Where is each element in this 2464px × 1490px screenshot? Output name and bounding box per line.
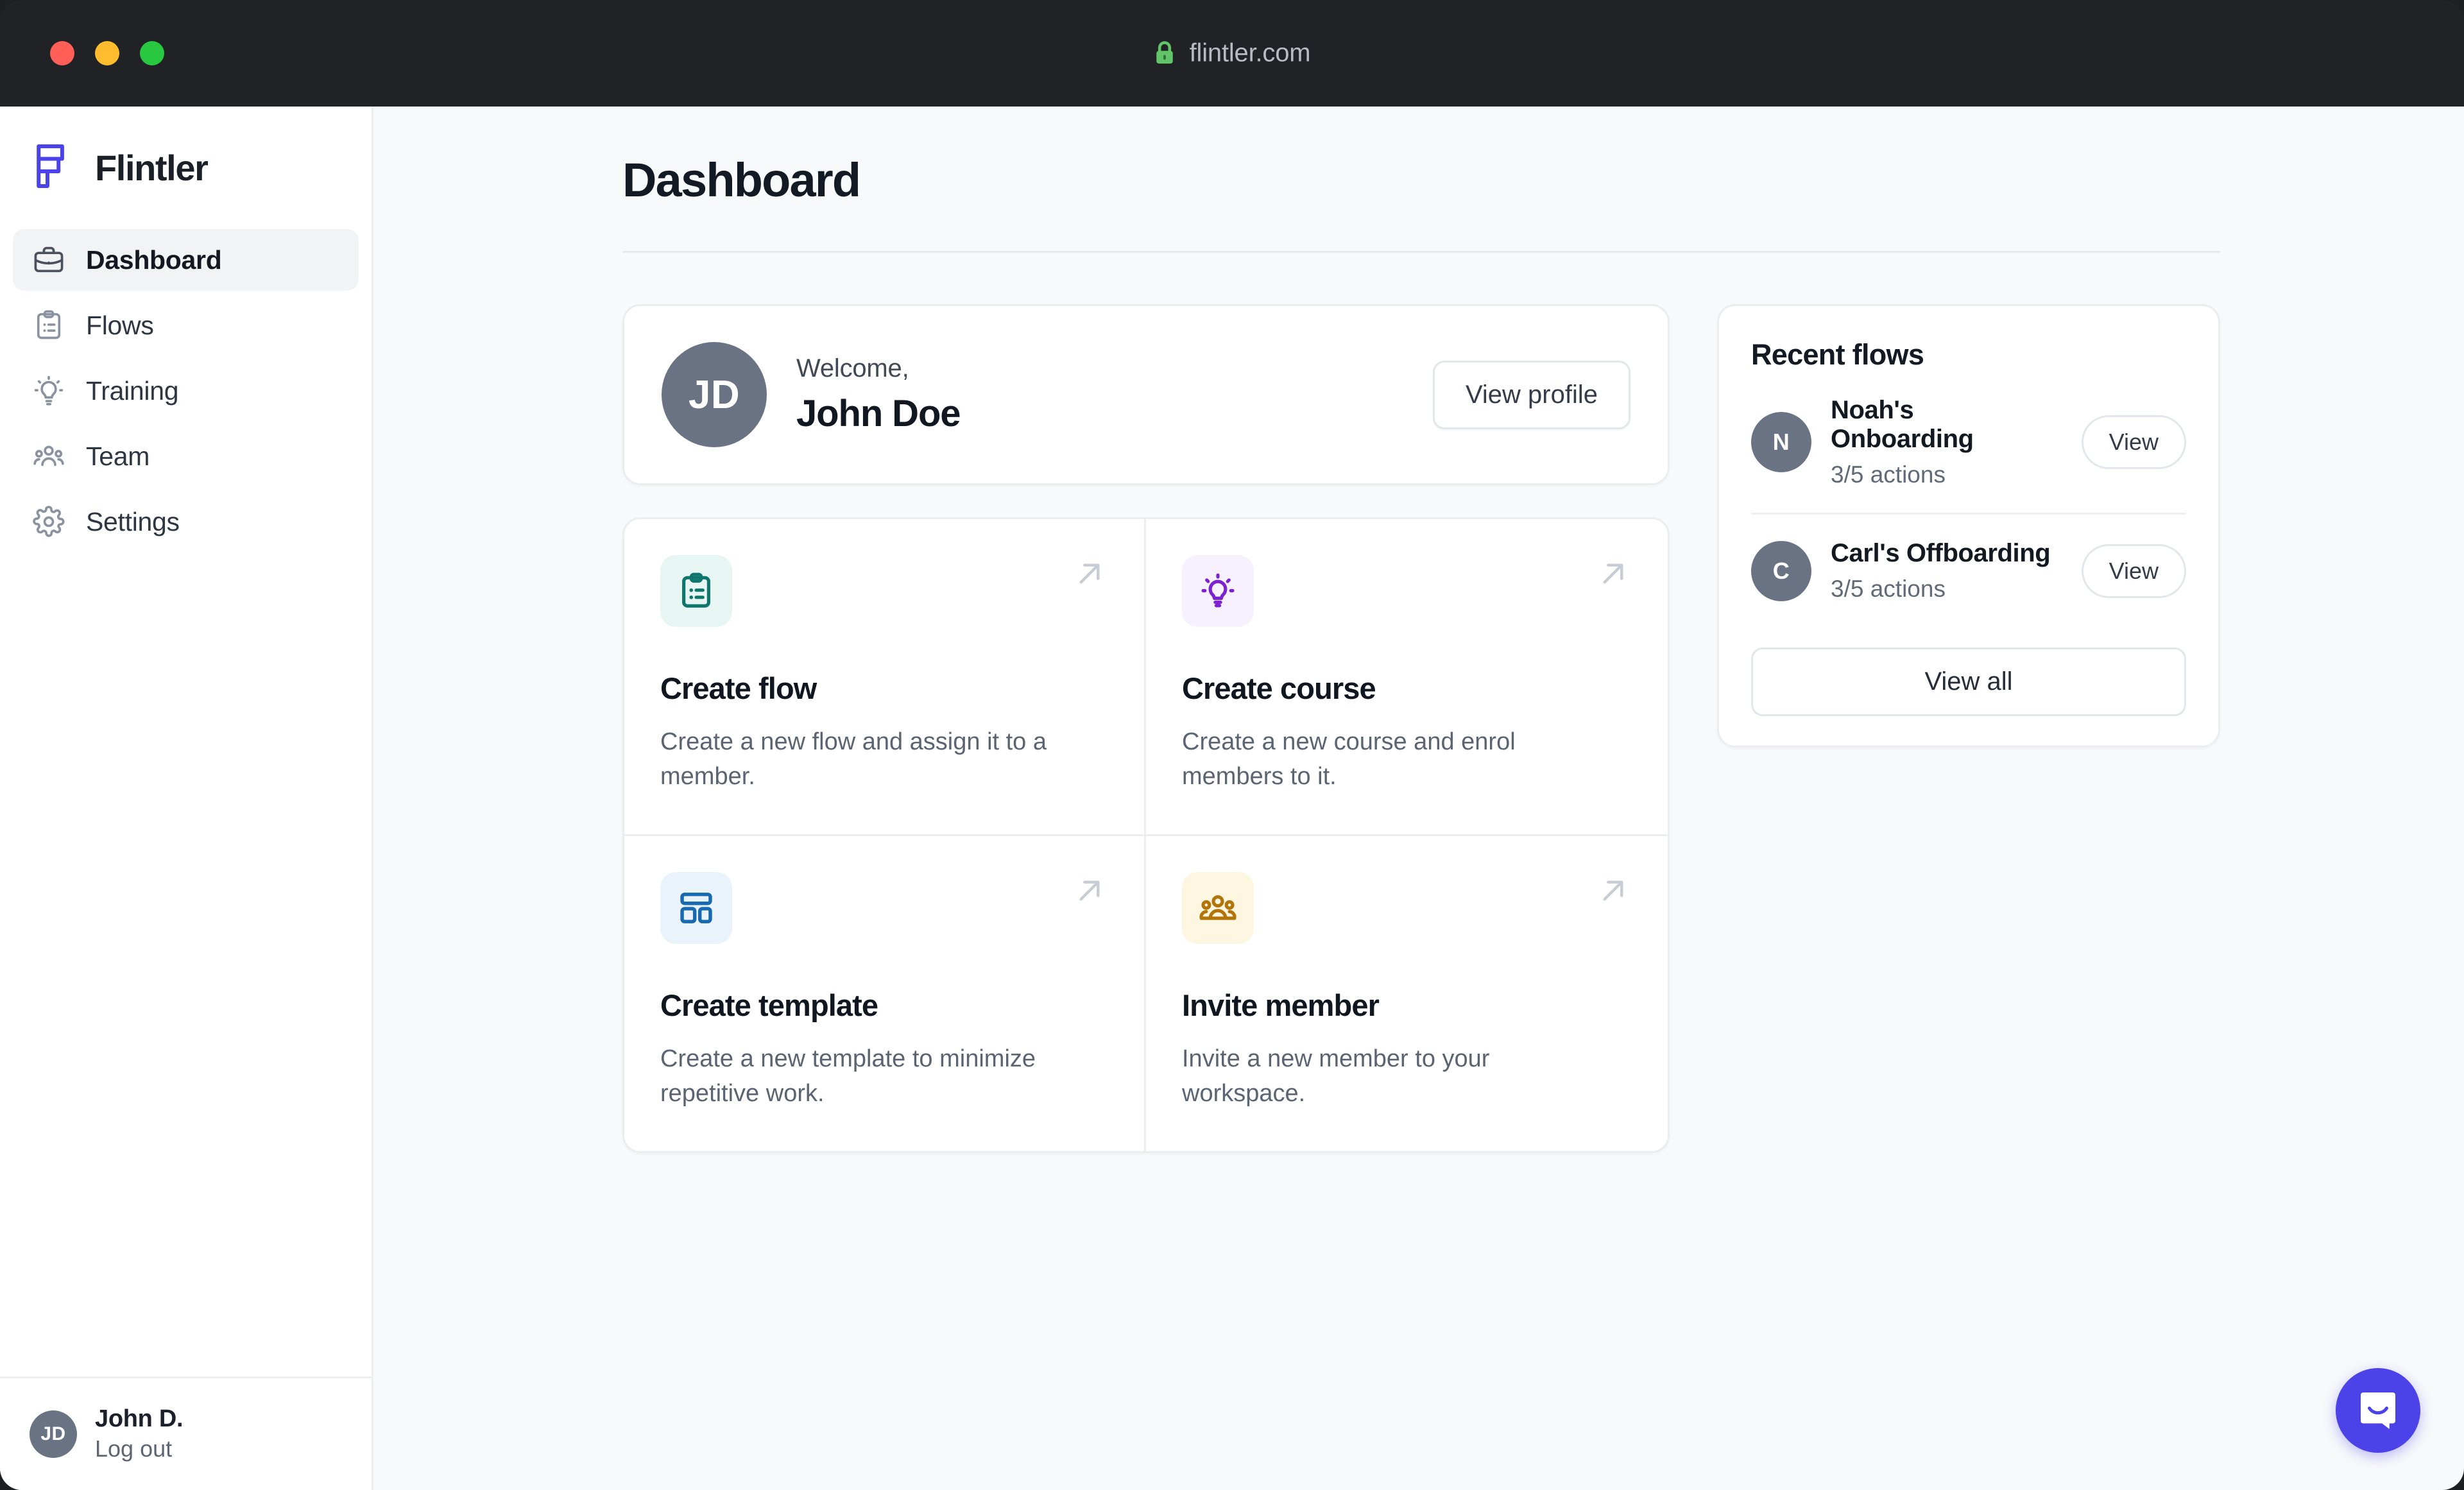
lock-icon <box>1154 40 1176 66</box>
flow-progress: 3/5 actions <box>1831 576 1946 602</box>
sidebar-item-label: Team <box>86 441 150 471</box>
briefcase-icon <box>32 243 65 277</box>
sidebar-item-label: Dashboard <box>86 244 222 275</box>
action-icon-wrapper <box>660 871 732 944</box>
lightbulb-icon <box>32 374 65 407</box>
primary-column: JD Welcome, John Doe View profile Create… <box>622 304 1670 1153</box>
sidebar-user-footer[interactable]: JD John D. Log out <box>0 1376 372 1490</box>
action-card-invite-member[interactable]: Invite member Invite a new member to you… <box>1146 836 1668 1151</box>
flow-name: Noah's Onboarding <box>1831 396 1974 453</box>
clipboard-list-icon <box>676 571 716 611</box>
page-title: Dashboard <box>622 153 861 207</box>
action-icon-wrapper <box>1182 555 1254 627</box>
app-root: Flintler Dashboard Flows Training Team S… <box>0 107 2464 1490</box>
action-icon-wrapper <box>1182 871 1254 944</box>
welcome-user-name: John Doe <box>796 393 961 434</box>
quick-actions-grid: Create flow Create a new flow and assign… <box>622 517 1670 1153</box>
view-profile-button[interactable]: View profile <box>1432 360 1630 429</box>
action-card-create-course[interactable]: Create course Create a new course and en… <box>1146 519 1668 836</box>
address-bar[interactable]: flintler.com <box>0 39 2464 68</box>
sidebar-item-training[interactable]: Training <box>13 360 359 422</box>
action-card-title: Create flow <box>660 671 817 705</box>
users-group-icon <box>32 440 65 473</box>
action-card-title: Invite member <box>1182 988 1380 1022</box>
action-icon-wrapper <box>660 555 732 627</box>
arrow-up-right-icon <box>1595 872 1632 909</box>
layout-template-icon <box>676 888 716 928</box>
sidebar-item-settings[interactable]: Settings <box>13 491 359 552</box>
intercom-chat-icon <box>2356 1388 2400 1433</box>
action-card-description: Create a new flow and assign it to a mem… <box>660 728 1047 790</box>
user-name: John D. <box>95 1405 184 1432</box>
sidebar-item-label: Settings <box>86 506 180 536</box>
avatar: N <box>1751 412 1811 472</box>
flow-info: Carl's Offboarding 3/5 actions <box>1831 539 2062 603</box>
welcome-text: Welcome, John Doe <box>796 354 1403 435</box>
brand-name: Flintler <box>95 148 209 188</box>
arrow-up-right-icon <box>1595 555 1632 592</box>
sidebar-nav: Dashboard Flows Training Team Settings <box>0 218 372 552</box>
avatar: JD <box>30 1410 77 1458</box>
browser-titlebar: flintler.com <box>0 0 2464 107</box>
action-card-create-flow[interactable]: Create flow Create a new flow and assign… <box>624 519 1146 836</box>
list-item[interactable]: N Noah's Onboarding 3/5 actions View <box>1751 372 2186 513</box>
recent-flows-title: Recent flows <box>1751 338 1924 371</box>
view-flow-button[interactable]: View <box>2081 415 2186 469</box>
flow-name: Carl's Offboarding <box>1831 539 2051 567</box>
view-all-flows-button[interactable]: View all <box>1751 647 2186 716</box>
action-card-title: Create course <box>1182 671 1376 705</box>
flow-info: Noah's Onboarding 3/5 actions <box>1831 396 2062 488</box>
recent-flows-panel: Recent flows N Noah's Onboarding 3/5 act… <box>1717 304 2220 748</box>
users-group-icon <box>1198 888 1238 928</box>
list-item[interactable]: C Carl's Offboarding 3/5 actions View <box>1751 513 2186 627</box>
secondary-column: Recent flows N Noah's Onboarding 3/5 act… <box>1717 304 2220 748</box>
welcome-card: JD Welcome, John Doe View profile <box>622 304 1670 485</box>
arrow-up-right-icon <box>1071 872 1108 909</box>
arrow-up-right-icon <box>1071 555 1108 592</box>
flow-progress: 3/5 actions <box>1831 461 1946 488</box>
lightbulb-icon <box>1198 571 1238 611</box>
action-card-description: Invite a new member to your workspace. <box>1182 1045 1490 1107</box>
main-content: Dashboard JD Welcome, John Doe View prof… <box>373 107 2464 1490</box>
view-flow-button[interactable]: View <box>2081 544 2186 598</box>
sidebar-item-label: Training <box>86 375 179 406</box>
avatar: JD <box>662 342 767 447</box>
action-card-description: Create a new course and enrol members to… <box>1182 728 1516 790</box>
dashboard-content: JD Welcome, John Doe View profile Create… <box>622 253 2400 1153</box>
logout-link[interactable]: Log out <box>95 1434 183 1464</box>
sidebar-item-flows[interactable]: Flows <box>13 295 359 356</box>
brand-logo[interactable]: Flintler <box>0 107 372 218</box>
gear-icon <box>32 505 65 538</box>
welcome-greeting: Welcome, <box>796 354 909 382</box>
sidebar-item-label: Flows <box>86 310 154 340</box>
action-card-title: Create template <box>660 988 878 1022</box>
sidebar-item-team[interactable]: Team <box>13 425 359 487</box>
action-card-create-template[interactable]: Create template Create a new template to… <box>624 835 1146 1151</box>
avatar: C <box>1751 540 1811 601</box>
clipboard-list-icon <box>32 309 65 342</box>
sidebar-item-dashboard[interactable]: Dashboard <box>13 229 359 291</box>
url-text: flintler.com <box>1189 39 1311 67</box>
sidebar: Flintler Dashboard Flows Training Team S… <box>0 107 373 1490</box>
intercom-launcher-button[interactable] <box>2336 1368 2420 1453</box>
action-card-description: Create a new template to minimize repeti… <box>660 1045 1036 1107</box>
flintler-logo-icon <box>30 141 76 194</box>
browser-window: flintler.com Flintler Dashboard Flows Tr… <box>0 0 2464 1490</box>
